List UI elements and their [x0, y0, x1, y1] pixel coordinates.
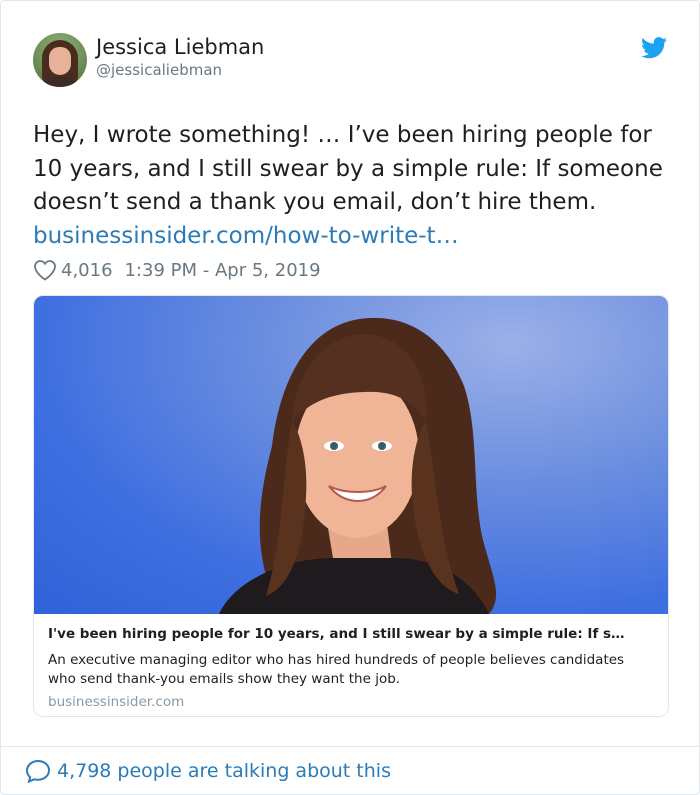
- author-handle[interactable]: @jessicaliebman: [96, 61, 222, 79]
- link-card[interactable]: I've been hiring people for 10 years, an…: [33, 295, 669, 717]
- avatar-face: [49, 47, 71, 75]
- tweet-meta: 4,016 1:39 PM - Apr 5, 2019: [33, 257, 321, 283]
- card-photo-illustration: [219, 317, 497, 614]
- card-image: [34, 296, 668, 614]
- conversation-label[interactable]: 4,798 people are talking about this: [57, 760, 391, 782]
- like-count[interactable]: 4,016: [61, 260, 113, 281]
- conversation-link[interactable]: 4,798 people are talking about this: [25, 757, 391, 785]
- avatar[interactable]: [33, 33, 87, 87]
- embedded-tweet: Jessica Liebman @jessicaliebman Hey, I w…: [0, 0, 700, 795]
- tweet-body: Hey, I wrote something! … I’ve been hiri…: [33, 122, 663, 215]
- card-body: I've been hiring people for 10 years, an…: [48, 626, 654, 710]
- card-domain: businessinsider.com: [48, 694, 185, 710]
- speech-bubble-icon: [25, 759, 51, 783]
- tweet-header: Jessica Liebman @jessicaliebman: [33, 33, 675, 87]
- twitter-bird-icon[interactable]: [641, 37, 667, 59]
- tweet-link[interactable]: businessinsider.com/how-to-write-t…: [33, 223, 459, 249]
- footer-divider: [1, 746, 699, 747]
- tweet-timestamp[interactable]: 1:39 PM - Apr 5, 2019: [125, 260, 321, 281]
- author-name[interactable]: Jessica Liebman: [96, 35, 264, 59]
- tweet-text: Hey, I wrote something! … I’ve been hiri…: [33, 119, 673, 253]
- card-description: An executive managing editor who has hir…: [48, 652, 625, 687]
- card-title[interactable]: I've been hiring people for 10 years, an…: [48, 626, 654, 643]
- heart-icon[interactable]: [33, 259, 57, 281]
